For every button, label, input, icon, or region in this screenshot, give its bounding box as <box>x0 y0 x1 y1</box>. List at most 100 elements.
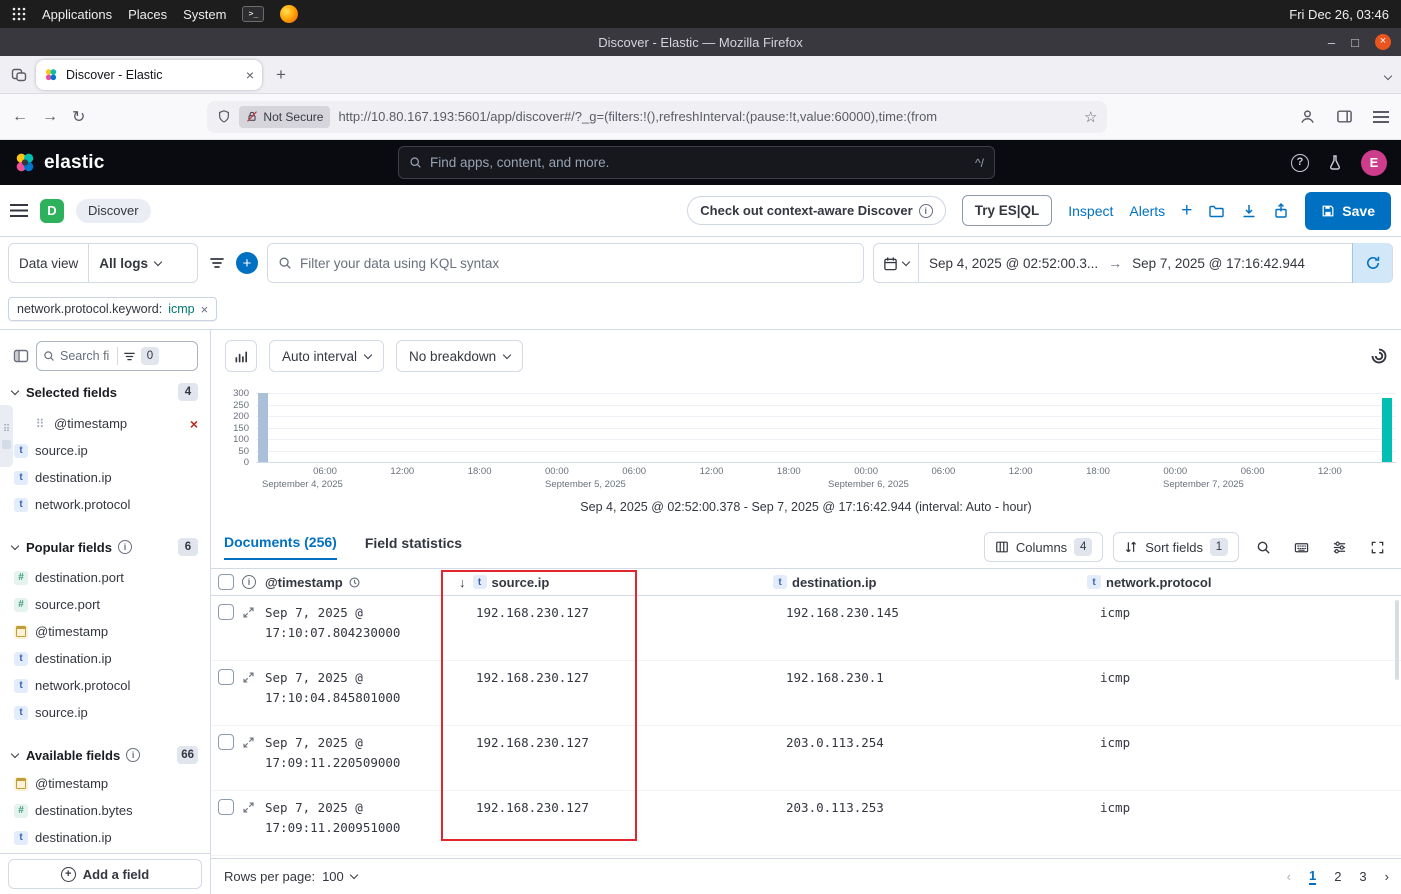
timestamp-cell[interactable]: Sep 7, 2025 @17:09:11.220509000 <box>257 726 457 790</box>
sidebar-field-timestamp[interactable]: @timestamp <box>12 618 198 645</box>
column-header-network-protocol[interactable]: t network.protocol <box>1085 575 1401 590</box>
timestamp-cell[interactable]: Sep 7, 2025 @17:09:11.200951000 <box>257 791 457 855</box>
sidebar-field-network-protocol[interactable]: t network.protocol <box>12 491 198 518</box>
sidebar-field-destination-ip[interactable]: t destination.ip <box>12 464 198 491</box>
menu-system[interactable]: System <box>183 7 226 22</box>
table-row[interactable]: Sep 7, 2025 @17:10:04.845801000 192.168.… <box>211 661 1401 726</box>
destination-ip-cell[interactable]: 203.0.113.253 <box>771 791 1085 855</box>
table-scrollbar[interactable] <box>1395 600 1399 680</box>
info-icon[interactable] <box>919 204 933 218</box>
header-info-icon[interactable] <box>242 575 256 589</box>
keyboard-shortcuts-icon[interactable] <box>1287 533 1315 561</box>
timestamp-cell[interactable]: Sep 7, 2025 @17:10:07.804230000 <box>257 596 457 660</box>
forward-icon[interactable] <box>42 108 58 126</box>
address-bar[interactable]: Not Secure http://10.80.167.193:5601/app… <box>207 101 1107 133</box>
reload-icon[interactable] <box>72 107 85 127</box>
open-folder-icon[interactable] <box>1208 203 1225 219</box>
kql-input[interactable] <box>300 256 853 271</box>
date-to[interactable]: Sep 7, 2025 @ 17:16:42.944 <box>1122 256 1315 271</box>
sidebar-field-source-ip[interactable]: t source.ip <box>12 437 198 464</box>
breakdown-dropdown[interactable]: No breakdown <box>396 340 523 372</box>
column-header-destination-ip[interactable]: t destination.ip <box>771 575 1085 590</box>
edit-visualization-icon[interactable] <box>1369 346 1389 366</box>
row-checkbox[interactable] <box>218 604 234 620</box>
sidebar-field-destination-port[interactable]: # destination.port <box>12 564 198 591</box>
not-secure-badge[interactable]: Not Secure <box>239 106 330 128</box>
refresh-query-button[interactable] <box>1352 243 1392 283</box>
menu-places[interactable]: Places <box>128 7 167 22</box>
try-esql-button[interactable]: Try ES|QL <box>962 195 1053 226</box>
firefox-launcher-icon[interactable] <box>280 5 298 23</box>
sidebar-panel-icon[interactable] <box>1336 108 1353 125</box>
sidebar-field-timestamp[interactable]: ⠿ @timestamp <box>12 410 198 437</box>
filter-pill[interactable]: network.protocol.keyword: icmp <box>8 297 217 321</box>
field-filter-icon[interactable] <box>123 351 136 362</box>
protocol-cell[interactable]: icmp <box>1085 726 1401 790</box>
alerts-link[interactable]: Alerts <box>1129 203 1165 219</box>
remove-field-icon[interactable] <box>190 416 198 432</box>
data-view-value[interactable]: All logs <box>89 256 169 271</box>
inspect-link[interactable]: Inspect <box>1068 203 1113 219</box>
sidebar-field-destination-ip[interactable]: t destination.ip <box>12 824 198 851</box>
expand-row-icon[interactable] <box>242 606 255 619</box>
global-search-bar[interactable]: ^/ <box>398 146 995 179</box>
select-all-checkbox[interactable] <box>218 574 234 590</box>
url-text[interactable]: http://10.80.167.193:5601/app/discover#/… <box>338 109 1076 124</box>
protocol-cell[interactable]: icmp <box>1085 661 1401 725</box>
apps-grid-icon[interactable] <box>12 7 26 21</box>
remove-filter-icon[interactable] <box>201 302 209 317</box>
account-icon[interactable] <box>1299 108 1316 125</box>
new-session-icon[interactable] <box>1181 200 1192 222</box>
quick-select-date-button[interactable] <box>874 244 919 282</box>
page-1[interactable]: 1 <box>1309 868 1316 885</box>
expand-row-icon[interactable] <box>242 671 255 684</box>
columns-button[interactable]: Columns 4 <box>984 532 1103 562</box>
info-icon[interactable] <box>126 748 140 762</box>
dev-tools-flask-icon[interactable] <box>1327 154 1343 171</box>
browser-menu-icon[interactable] <box>1373 111 1389 123</box>
save-button[interactable]: Save <box>1305 192 1391 230</box>
column-header-timestamp[interactable]: @timestamp <box>257 575 457 590</box>
prev-page-icon[interactable]: ‹ <box>1287 869 1291 884</box>
field-search-box[interactable]: 0 <box>36 341 198 371</box>
source-ip-cell[interactable]: 192.168.230.127 <box>457 791 771 855</box>
collapse-sidebar-icon[interactable] <box>12 348 30 364</box>
drag-grip-icon[interactable]: ⠿ <box>33 417 47 431</box>
page-3[interactable]: 3 <box>1359 869 1366 884</box>
popular-fields-header[interactable]: Popular fields 6 <box>12 536 198 558</box>
chart-visibility-button[interactable] <box>225 340 257 372</box>
firefox-view-icon[interactable] <box>10 67 28 83</box>
share-icon[interactable] <box>1273 203 1289 219</box>
histogram-bar[interactable] <box>258 393 268 462</box>
display-options-icon[interactable] <box>1325 533 1353 561</box>
table-row[interactable]: Sep 7, 2025 @17:09:11.220509000 192.168.… <box>211 726 1401 791</box>
info-icon[interactable] <box>118 540 132 554</box>
space-badge[interactable]: D <box>40 199 64 223</box>
rows-per-page-button[interactable]: Rows per page: 100 <box>224 869 357 884</box>
source-ip-cell[interactable]: 192.168.230.127 <box>457 661 771 725</box>
date-from[interactable]: Sep 4, 2025 @ 02:52:00.3... <box>919 256 1108 271</box>
global-search-input[interactable] <box>430 155 967 170</box>
table-row[interactable]: Sep 7, 2025 @17:09:11.200951000 192.168.… <box>211 791 1401 856</box>
kql-search-box[interactable] <box>267 243 864 283</box>
protocol-cell[interactable]: icmp <box>1085 596 1401 660</box>
expand-row-icon[interactable] <box>242 801 255 814</box>
bookmark-star-icon[interactable] <box>1084 108 1097 126</box>
expand-row-icon[interactable] <box>242 736 255 749</box>
timestamp-cell[interactable]: Sep 7, 2025 @17:10:04.845801000 <box>257 661 457 725</box>
breadcrumb[interactable]: Discover <box>76 199 151 223</box>
tab-field-statistics[interactable]: Field statistics <box>365 535 462 559</box>
sidebar-field-network-protocol[interactable]: t network.protocol <box>12 672 198 699</box>
page-2[interactable]: 2 <box>1334 869 1341 884</box>
grid-search-icon[interactable] <box>1249 533 1277 561</box>
back-icon[interactable] <box>12 108 28 126</box>
protocol-cell[interactable]: icmp <box>1085 791 1401 855</box>
help-icon[interactable] <box>1291 154 1309 172</box>
histogram-bar[interactable] <box>1382 398 1392 462</box>
sort-desc-icon[interactable] <box>459 575 466 590</box>
field-search-input[interactable] <box>60 349 112 363</box>
list-all-tabs-icon[interactable] <box>1385 67 1391 82</box>
context-aware-banner-button[interactable]: Check out context-aware Discover <box>687 196 945 225</box>
row-checkbox[interactable] <box>218 799 234 815</box>
sidebar-field-destination-bytes[interactable]: # destination.bytes <box>12 797 198 824</box>
